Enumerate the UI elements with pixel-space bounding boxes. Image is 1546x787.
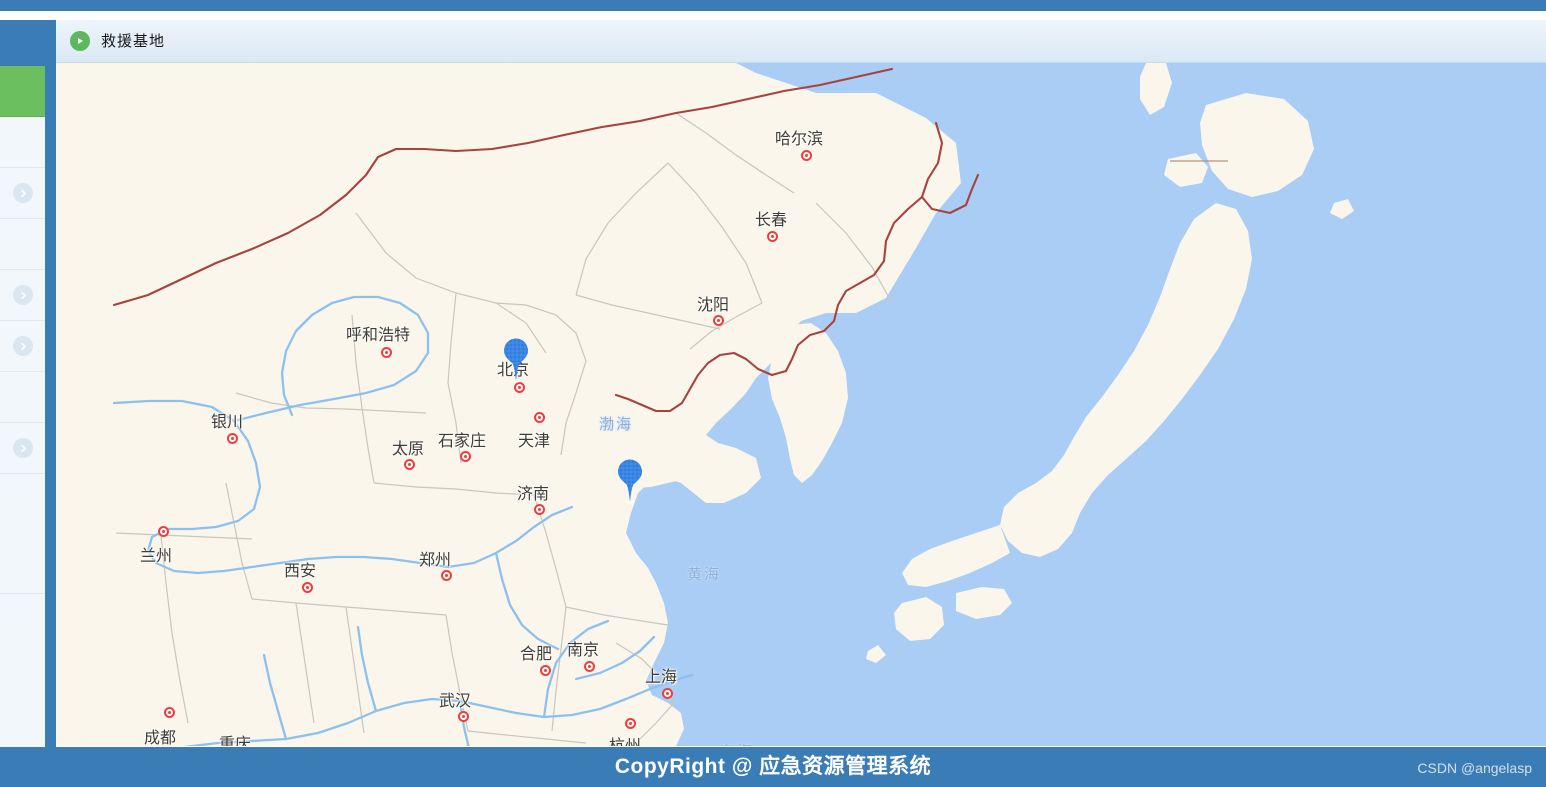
- city-label-0: 哈尔滨: [775, 131, 824, 148]
- city-label-13: 合肥: [520, 646, 553, 663]
- city-label-19: 重庆: [219, 736, 252, 746]
- chevron-right-icon[interactable]: [13, 183, 33, 203]
- city-dot-icon: [713, 315, 724, 326]
- city-dot-icon: [404, 459, 415, 470]
- city-label-20: 南昌: [487, 742, 519, 746]
- city-label-6: 天津: [518, 433, 551, 450]
- sidebar-item-label: 调度管理: [0, 339, 13, 354]
- city-dot-icon: [381, 347, 392, 358]
- footer: CopyRight @ 应急资源管理系统 CSDN @angelasp: [0, 747, 1546, 787]
- city-label-14: 南京: [567, 642, 600, 659]
- top-bar-gap: [0, 11, 1546, 20]
- sidebar-item-4[interactable]: 物资管理: [0, 270, 45, 321]
- city-dot-icon: [625, 718, 636, 729]
- map-canvas[interactable]: 渤海黄海东海哈尔滨长春沈阳呼和浩特北京银川天津石家庄太原济南兰州郑州西安合肥南京…: [56, 63, 1546, 746]
- city-label-12: 西安: [284, 563, 317, 580]
- sidebar-item-label: 物资仓库: [0, 135, 33, 150]
- content-area: 救援基地 渤海 黄海 哈尔滨 长春 沈阳 呼和浩特 北京 银川 天津 石家庄 太…: [56, 20, 1546, 747]
- map-geometry: [56, 63, 1354, 746]
- city-label-8: 太原: [392, 441, 425, 458]
- city-dot-icon: [458, 711, 469, 722]
- city-dot-icon: [514, 382, 525, 393]
- sidebar-item-0[interactable]: 救援基地: [0, 66, 45, 117]
- city-label-7: 石家庄: [438, 433, 487, 450]
- city-label-16: 武汉: [439, 693, 472, 710]
- chevron-right-icon[interactable]: [13, 336, 33, 356]
- city-dot-icon: [460, 451, 471, 462]
- city-label-10: 兰州: [140, 548, 173, 565]
- sidebar-item-label: 预案管理: [0, 237, 33, 252]
- sidebar-item-7[interactable]: 系统设置: [0, 423, 45, 474]
- city-label-15: 上海: [645, 669, 678, 686]
- page-title: 救援基地: [101, 32, 166, 50]
- application-window: 救援基地物资仓库救援队伍预案管理物资管理调度管理统计分析系统设置 救援基地: [0, 0, 1546, 787]
- city-dot-icon: [767, 231, 778, 242]
- sidebar-item-label: 救援队伍: [0, 186, 13, 201]
- city-dot-icon: [534, 412, 545, 423]
- city-label-18: 成都: [144, 730, 177, 746]
- city-dot-icon: [534, 504, 545, 515]
- city-label-3: 呼和浩特: [346, 327, 411, 344]
- sidebar: 救援基地物资仓库救援队伍预案管理物资管理调度管理统计分析系统设置: [0, 20, 56, 747]
- sidebar-item-label: 物资管理: [0, 288, 13, 303]
- play-circle-icon: [70, 31, 90, 51]
- city-dot-icon: [441, 570, 452, 581]
- sidebar-item-label: 系统设置: [0, 441, 13, 456]
- city-dot-icon: [302, 582, 313, 593]
- copyright-text: CopyRight @ 应急资源管理系统: [614, 755, 932, 778]
- chevron-right-icon[interactable]: [13, 285, 33, 305]
- sidebar-item-2[interactable]: 救援队伍: [0, 168, 45, 219]
- city-label-2: 沈阳: [697, 297, 730, 314]
- city-dot-icon: [584, 661, 595, 672]
- sidebar-header: [0, 20, 48, 66]
- city-label-4: 北京: [497, 362, 530, 379]
- sidebar-filler: [0, 474, 45, 594]
- sidebar-item-label: 统计分析: [0, 390, 33, 405]
- city-dot-icon: [164, 707, 175, 718]
- city-label-1: 长春: [755, 212, 788, 229]
- city-dot-icon: [801, 150, 812, 161]
- city-dot-icon: [540, 665, 551, 676]
- city-label-5: 银川: [211, 414, 244, 431]
- city-dot-icon: [158, 526, 169, 537]
- sidebar-item-label: 救援基地: [0, 84, 33, 99]
- city-dot-icon: [662, 688, 673, 699]
- chevron-right-icon[interactable]: [13, 438, 33, 458]
- sidebar-item-3[interactable]: 预案管理: [0, 219, 45, 270]
- sidebar-item-6[interactable]: 统计分析: [0, 372, 45, 423]
- city-label-17: 杭州: [609, 732, 641, 746]
- city-label-9: 济南: [517, 486, 550, 503]
- city-label-11: 郑州: [419, 552, 452, 569]
- city-dot-icon: [227, 433, 238, 444]
- sidebar-item-5[interactable]: 调度管理: [0, 321, 45, 372]
- top-bar: [0, 0, 1546, 11]
- watermark-text: CSDN @angelasp: [1417, 760, 1532, 776]
- panel-header: 救援基地: [56, 20, 1546, 63]
- sidebar-item-1[interactable]: 物资仓库: [0, 117, 45, 168]
- sidebar-menu: 救援基地物资仓库救援队伍预案管理物资管理调度管理统计分析系统设置: [0, 66, 48, 747]
